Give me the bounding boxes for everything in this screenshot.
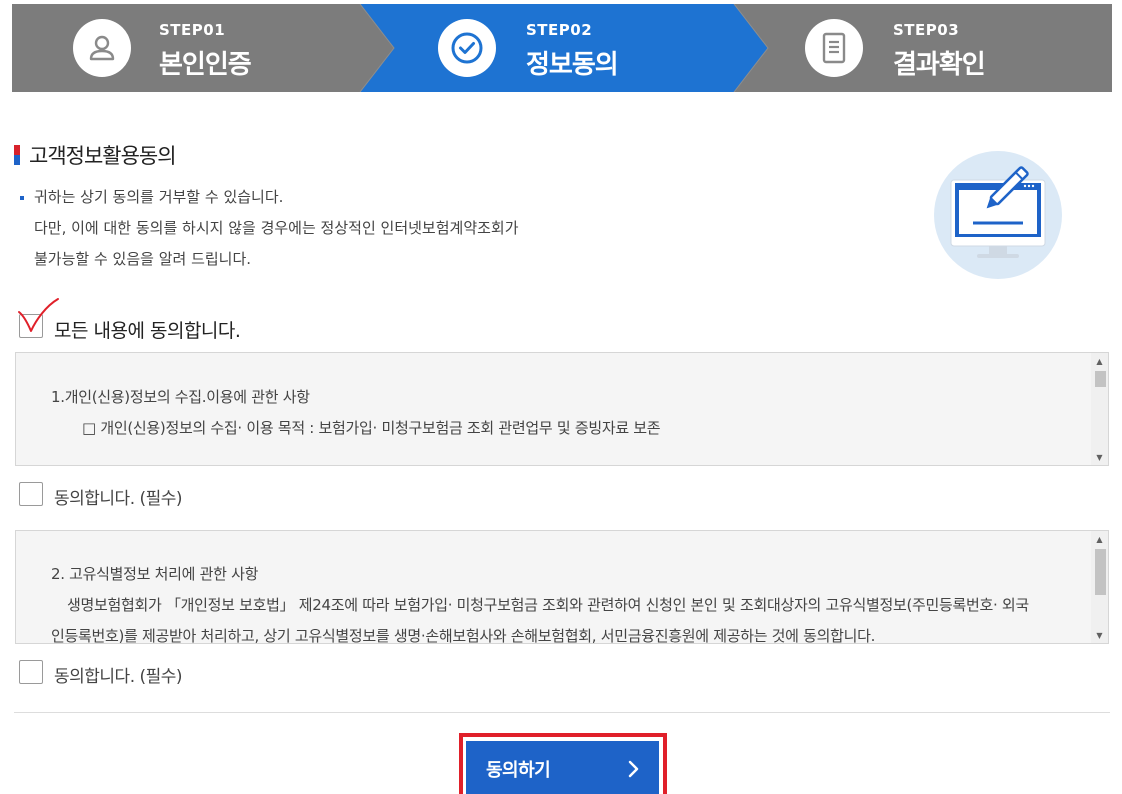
agree-submit-button[interactable]: 동의하기 [466,741,659,794]
scrollbar-thumb[interactable] [1095,371,1106,387]
agree-terms-2-checkbox[interactable] [19,660,43,684]
terms-line: □ 개인(신용)정보의 수집‧ 이용 목적 : 보험가입‧ 미청구보험금 조회 … [82,419,661,437]
section-title: 고객정보활용동의 [14,140,177,170]
notice-line: 귀하는 상기 동의를 거부할 수 있습니다. [34,188,284,206]
page-title: 고객정보활용동의 [29,144,177,168]
scroll-down-arrow-icon[interactable]: ▼ [1091,449,1108,465]
step-title: 정보동의 [526,50,619,80]
terms-heading: 1.개인(신용)정보의 수집.이용에 관한 사항 [51,388,310,406]
monitor-pen-illustration-icon [934,151,1062,279]
title-marker-icon [14,145,20,165]
scrollbar-thumb[interactable] [1095,549,1106,595]
bullet-icon [20,195,24,200]
scroll-down-arrow-icon[interactable]: ▼ [1091,627,1108,643]
step-code: STEP03 [893,21,960,39]
scroll-up-arrow-icon[interactable]: ▲ [1091,353,1108,369]
terms-line: 인등록번호)를 제공받아 처리하고, 상기 고유식별정보를 생명‧손해보험사와 … [51,627,876,644]
agree-submit-label: 동의하기 [486,760,551,781]
divider [14,712,1110,713]
agree-terms-1-label[interactable]: 동의합니다. (필수) [54,484,183,509]
step-code: STEP02 [526,21,593,39]
terms-scroll-box-1[interactable]: 1.개인(신용)정보의 수집.이용에 관한 사항 □ 개인(신용)정보의 수집‧… [15,352,1109,466]
notice-line: 다만, 이에 대한 동의를 하시지 않을 경우에는 정상적인 인터넷보험계약조회… [34,219,519,237]
step-1: STEP01 본인인증 [12,4,372,92]
step-title: 결과확인 [893,50,986,80]
notice-line: 불가능할 수 있음을 알려 드립니다. [34,250,252,268]
agree-terms-2-label[interactable]: 동의합니다. (필수) [54,662,183,687]
step-title: 본인인증 [159,50,252,80]
notice-text: 귀하는 상기 동의를 거부할 수 있습니다. 다만, 이에 대한 동의를 하시지… [20,182,519,275]
scrollbar[interactable]: ▲ ▼ [1091,353,1108,465]
document-icon [805,19,863,77]
step-code: STEP01 [159,21,226,39]
terms-scroll-box-2[interactable]: 2. 고유식별정보 처리에 관한 사항 생명보험협회가 「개인정보 보호법」 제… [15,530,1109,644]
check-circle-icon [438,19,496,77]
terms-heading: 2. 고유식별정보 처리에 관한 사항 [51,565,259,583]
terms-line: 생명보험협회가 「개인정보 보호법」 제24조에 따라 보험가입‧ 미청구보험금… [67,596,1029,614]
scrollbar[interactable]: ▲ ▼ [1091,531,1108,643]
scroll-up-arrow-icon[interactable]: ▲ [1091,531,1108,547]
step-2: STEP02 정보동의 [372,4,742,92]
user-icon [73,19,131,77]
agree-terms-1-checkbox[interactable] [19,482,43,506]
step-3: STEP03 결과확인 [742,4,1112,92]
chevron-right-icon [628,760,639,778]
agree-all-label[interactable]: 모든 내용에 동의합니다. [54,316,241,343]
step-progress-bar: STEP01 본인인증 STEP02 정보동의 STEP03 결과확인 [12,4,1112,92]
